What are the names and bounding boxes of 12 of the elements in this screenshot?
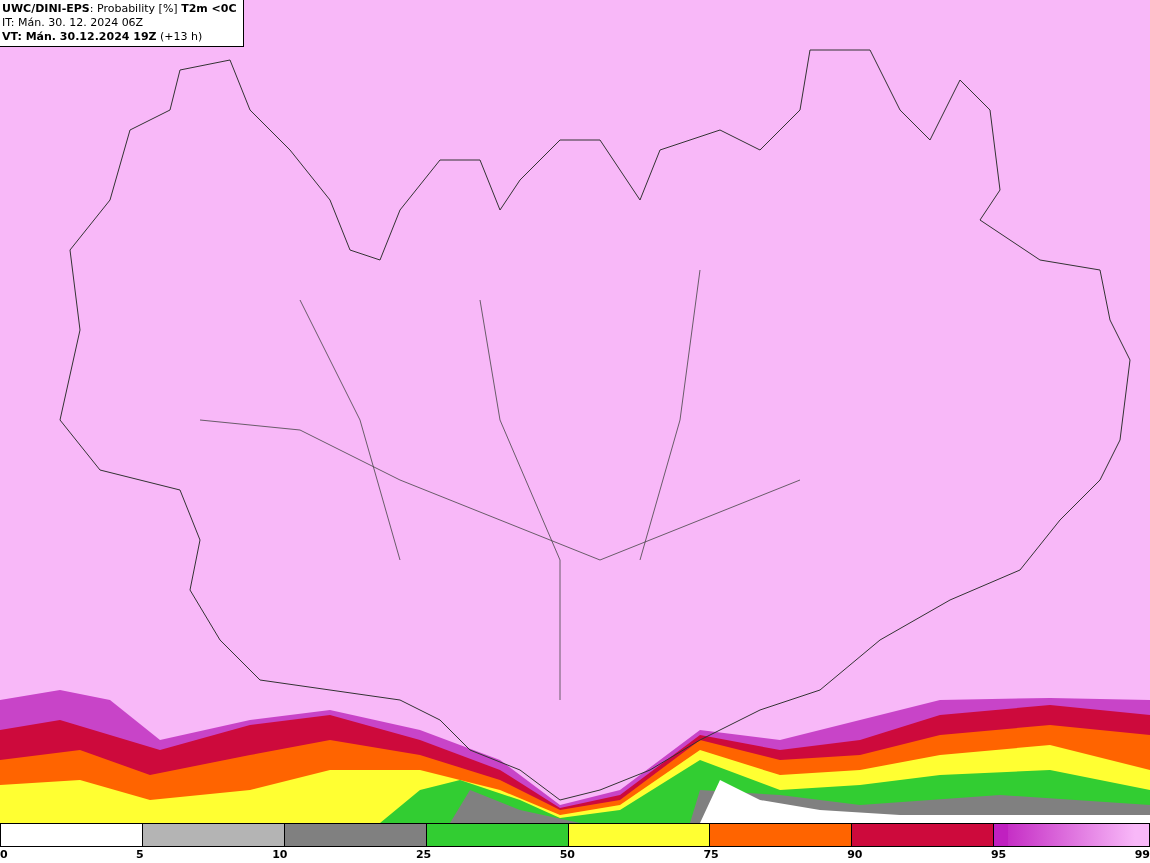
legend-label: 95: [990, 847, 1007, 863]
legend-label: 90: [847, 847, 863, 863]
legend-label: 75: [703, 847, 719, 863]
legend-label: 50: [559, 847, 575, 863]
header-text: VT: Mán. 30.12.2024 19Z (+13 h): [2, 30, 204, 44]
header-text: UWC/DINI-EPS: Probability [%] T2m <0C: [2, 2, 237, 16]
header-text: IT: Mán. 30. 12. 2024 06Z: [2, 16, 145, 30]
legend-label: 99: [1134, 847, 1150, 863]
legend-label: 5: [136, 847, 144, 863]
legend-label: 10: [272, 847, 288, 863]
legend-label: 0: [0, 847, 8, 863]
legend-label: 25: [415, 847, 432, 863]
